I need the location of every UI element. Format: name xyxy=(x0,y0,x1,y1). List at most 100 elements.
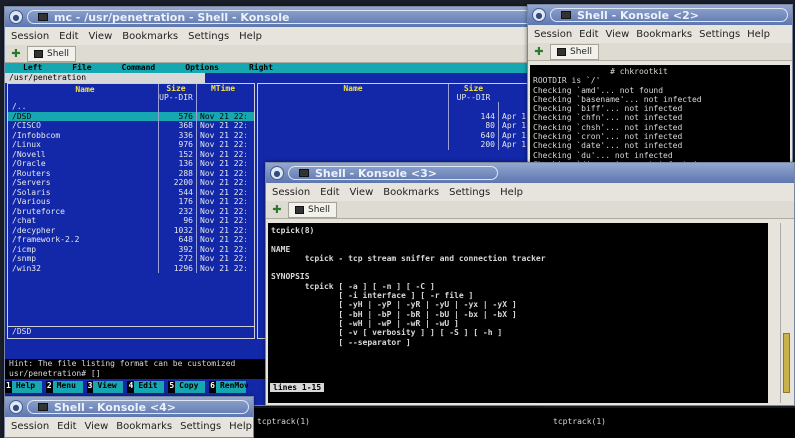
fkey-renmov[interactable]: 6 RenMov xyxy=(209,381,249,393)
manpage-line: tcpick - tcp stream sniffer and connecti… xyxy=(271,253,546,263)
menu-bookmarks[interactable]: Bookmarks xyxy=(383,187,439,198)
window-menu-icon[interactable]: ● xyxy=(270,166,284,180)
window-titlebar[interactable]: ● mc - /usr/penetration - Shell - Konsol… xyxy=(5,7,543,27)
fkey-menu[interactable]: 2 Menu xyxy=(45,381,83,393)
fkey-help[interactable]: 1 Help xyxy=(5,381,42,393)
mc-file-row[interactable]: /Novell 152Nov 21 22:30 xyxy=(8,149,254,159)
menu-help[interactable]: Help xyxy=(229,421,252,432)
window-menu-icon[interactable]: ● xyxy=(9,400,23,414)
mc-file-row[interactable]: /Servers 2200Nov 21 22:30 xyxy=(8,178,254,188)
menu-edit[interactable]: Edit xyxy=(59,31,78,42)
window-title: Shell - Konsole <3> xyxy=(315,166,437,180)
menubar: Session Edit View Bookmarks Settings Hel… xyxy=(528,25,792,43)
mc-file-row[interactable]: /icmp 392Nov 21 22:30 xyxy=(8,244,254,254)
file-size: 1032 xyxy=(158,225,196,235)
window-titlebar[interactable]: ● Shell - Konsole <3> xyxy=(266,163,794,183)
menu-help[interactable]: Help xyxy=(747,29,770,40)
new-tab-icon[interactable]: ✚ xyxy=(9,47,23,61)
terminal-icon xyxy=(34,49,43,58)
window-titlebar[interactable]: ● Shell - Konsole <4> xyxy=(5,397,253,417)
mc-file-row[interactable]: /Linux 976Nov 21 22:30 xyxy=(8,140,254,150)
mc-file-row[interactable]: /snmp 272Nov 21 22:30 xyxy=(8,254,254,264)
menu-settings[interactable]: Settings xyxy=(449,187,490,198)
file-name: /Various xyxy=(12,197,51,206)
manpage-output[interactable]: tcpick(8) NAME tcpick - tcp stream sniffe… xyxy=(268,223,768,403)
fkey-copy[interactable]: 5 Copy xyxy=(168,381,206,393)
mc-file-row[interactable]: 200 Apr 1 xyxy=(258,140,543,150)
col-name[interactable]: Name xyxy=(8,84,158,102)
mc-file-row[interactable]: /Solaris 544Nov 21 22:30 xyxy=(8,187,254,197)
menu-bookmarks[interactable]: Bookmarks xyxy=(636,29,692,40)
mc-menu-command[interactable]: Command xyxy=(122,63,156,73)
menu-settings[interactable]: Settings xyxy=(699,29,740,40)
col-name-right[interactable]: Name xyxy=(258,84,448,102)
mc-file-row[interactable]: /chat 96Nov 21 22:30 xyxy=(8,216,254,226)
menu-edit[interactable]: Edit xyxy=(320,187,339,198)
mc-file-row[interactable]: /decypher 1032Nov 21 22:30 xyxy=(8,225,254,235)
menu-view[interactable]: View xyxy=(89,31,113,42)
menu-bookmarks[interactable]: Bookmarks xyxy=(122,31,178,42)
mc-left-panel[interactable]: Name Size UP--DIR MTime /../DSD 576 Nov 21… xyxy=(7,83,255,339)
konsole-window-bottom[interactable]: ● Shell - Konsole <4> Session Edit View … xyxy=(4,396,254,438)
window-titlebar[interactable]: ● Shell - Konsole <2> xyxy=(528,5,792,25)
tab-shell[interactable]: Shell xyxy=(288,201,337,218)
menu-view[interactable]: View xyxy=(350,187,374,198)
mc-file-row[interactable]: /DSD 576Nov 21 22:30 xyxy=(8,111,254,121)
menu-settings[interactable]: Settings xyxy=(180,421,221,432)
mc-menu-left[interactable]: Left xyxy=(23,63,42,73)
new-tab-icon[interactable]: ✚ xyxy=(532,45,546,59)
mc-file-row[interactable]: 80 Apr 1 xyxy=(258,121,543,131)
file-name: /Routers xyxy=(12,168,51,178)
menu-view[interactable]: View xyxy=(85,421,109,432)
window-menu-icon[interactable]: ● xyxy=(9,10,23,24)
mc-file-row[interactable]: /.. xyxy=(8,102,254,112)
mc-menu-options[interactable]: Options xyxy=(185,63,219,73)
file-size: 136 xyxy=(158,159,196,169)
file-size: 288 xyxy=(158,168,196,178)
terminal-icon xyxy=(38,403,48,411)
col-size-right[interactable]: Size xyxy=(449,84,498,93)
mc-file-row[interactable]: /Infobbcom 336Nov 21 22:30 xyxy=(8,130,254,140)
mc-file-row[interactable]: /framework-2.2 648Nov 21 22:30 xyxy=(8,235,254,245)
mc-file-row[interactable]: /CISCO 368Nov 21 22:30 xyxy=(8,121,254,131)
fkey-view[interactable]: 3 View xyxy=(86,381,124,393)
konsole-window-manpage[interactable]: ● Shell - Konsole <3> Session Edit View … xyxy=(265,162,795,406)
menu-session[interactable]: Session xyxy=(272,187,310,198)
mc-file-row[interactable]: 640 Apr 1 xyxy=(258,130,543,140)
new-tab-icon[interactable]: ✚ xyxy=(270,203,284,217)
file-mtime: Nov 21 22:30 xyxy=(196,159,246,169)
menubar: Session Edit View Bookmarks Settings Hel… xyxy=(5,27,543,45)
mc-file-row[interactable]: /Various 176Nov 21 22:30 xyxy=(8,197,254,207)
mc-file-row[interactable] xyxy=(258,102,543,112)
mc-file-row[interactable]: /win32 1296Nov 21 22:30 xyxy=(8,263,254,273)
mc-file-row[interactable]: 144 Apr 1 xyxy=(258,111,543,121)
menu-help[interactable]: Help xyxy=(500,187,523,198)
col-mtime[interactable]: MTime xyxy=(196,84,246,102)
mc-file-row[interactable]: /bruteforce 232Nov 21 22:30 xyxy=(8,206,254,216)
col-size[interactable]: Size xyxy=(159,84,193,93)
tab-shell[interactable]: Shell xyxy=(27,45,76,62)
scrollbar[interactable] xyxy=(780,223,792,403)
menu-view[interactable]: View xyxy=(606,29,630,40)
file-size: 544 xyxy=(158,187,196,197)
window-menu-icon[interactable]: ● xyxy=(532,8,546,22)
tab-shell[interactable]: Shell xyxy=(550,43,599,60)
mc-menu-file[interactable]: File xyxy=(72,63,91,73)
menu-session[interactable]: Session xyxy=(11,31,49,42)
window-title-pill: Shell - Konsole <3> xyxy=(288,166,498,180)
file-name xyxy=(258,121,448,131)
file-mtime: Apr 1 xyxy=(498,111,526,121)
menu-bookmarks[interactable]: Bookmarks xyxy=(116,421,172,432)
fkey-edit[interactable]: 4 Edit xyxy=(127,381,165,393)
menu-session[interactable]: Session xyxy=(534,29,572,40)
scrollbar-thumb[interactable] xyxy=(783,333,790,393)
menu-edit[interactable]: Edit xyxy=(579,29,598,40)
menu-help[interactable]: Help xyxy=(239,31,262,42)
menu-edit[interactable]: Edit xyxy=(57,421,76,432)
mc-file-row[interactable]: /Oracle 136Nov 21 22:30 xyxy=(8,159,254,169)
terminal-icon xyxy=(561,11,571,19)
menu-session[interactable]: Session xyxy=(11,421,49,432)
mc-menu-right[interactable]: Right xyxy=(249,63,273,73)
mc-file-row[interactable]: /Routers 288Nov 21 22:30 xyxy=(8,168,254,178)
menu-settings[interactable]: Settings xyxy=(188,31,229,42)
